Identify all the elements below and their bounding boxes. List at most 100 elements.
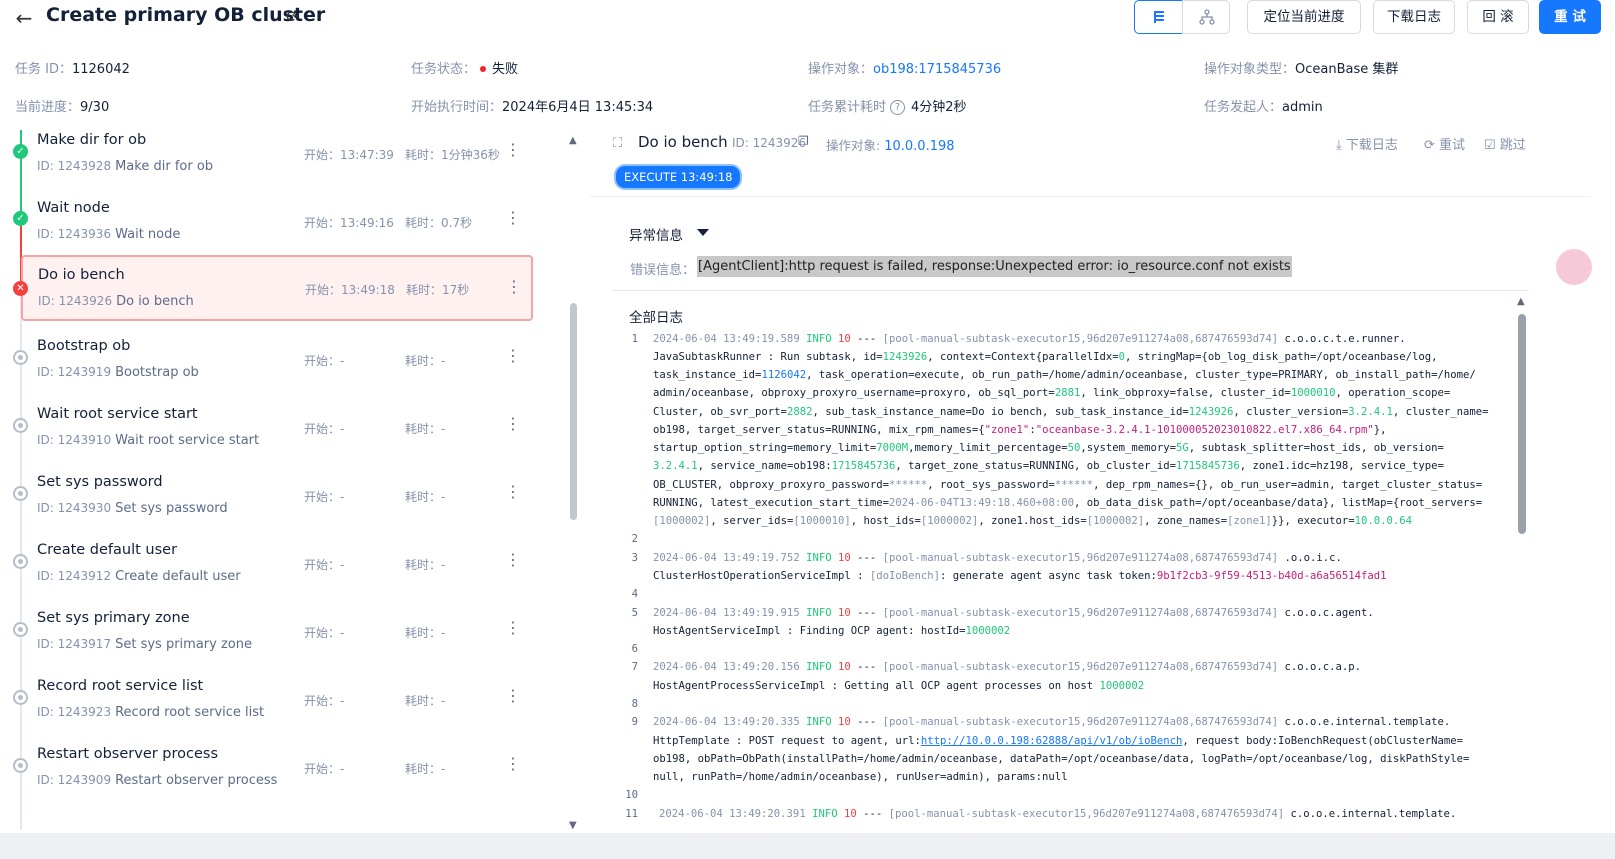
task-cost: 耗时：17秒 xyxy=(406,283,470,297)
scroll-up-icon[interactable]: ▲ xyxy=(569,135,577,146)
task-name: Create default user xyxy=(37,542,178,558)
success-check-icon: ✓ xyxy=(13,144,28,159)
caret-down-icon[interactable] xyxy=(697,229,709,236)
detail-download-log[interactable]: ⤓ 下载日志 xyxy=(1336,134,1398,153)
task-status-label: 任务状态： xyxy=(411,62,477,77)
locate-progress-button[interactable]: 定位当前进度 xyxy=(1247,0,1361,34)
error-label: 错误信息： xyxy=(630,263,696,278)
pending-icon xyxy=(13,350,28,365)
task-item[interactable]: Make dir for ob ID: 1243928 Make dir for … xyxy=(22,128,533,186)
task-id: ID: 1243926 Do io bench xyxy=(38,294,194,309)
more-icon[interactable]: ⋮ xyxy=(505,348,521,364)
task-id: ID: 1243923 Record root service list xyxy=(37,705,265,720)
expand-icon[interactable]: ⛶ xyxy=(613,136,622,151)
task-item[interactable]: Wait root service start ID: 1243910 Wait … xyxy=(22,402,533,460)
detail-target: 操作对象: 10.0.0.198 xyxy=(826,138,955,154)
status-dot-icon xyxy=(480,66,487,72)
task-item[interactable]: Wait node ID: 1243936 Wait node 开始：13:49:… xyxy=(22,196,533,254)
refresh-icon[interactable]: ⟳ xyxy=(286,7,299,26)
start-time-label: 开始执行时间： xyxy=(411,100,503,115)
target-type-field: 操作对象类型：OceanBase 集群 xyxy=(1204,58,1398,77)
more-icon[interactable]: ⋮ xyxy=(506,279,522,295)
back-arrow-icon[interactable]: ← xyxy=(12,6,36,30)
floating-assistant-icon[interactable] xyxy=(1556,249,1592,285)
target-link[interactable]: ob198:1715845736 xyxy=(873,62,1001,77)
task-item[interactable]: Create default user ID: 1243912 Create de… xyxy=(22,538,533,596)
pending-icon xyxy=(13,418,28,433)
download-icon: ⤓ xyxy=(1336,138,1342,153)
task-cost: 耗时：0.7秒 xyxy=(405,216,473,230)
task-name: Set sys password xyxy=(37,474,163,490)
task-item[interactable]: Set sys primary zone ID: 1243917 Set sys … xyxy=(22,606,533,664)
list-view-icon xyxy=(1154,11,1164,23)
scroll-down-icon[interactable]: ▼ xyxy=(569,820,577,831)
task-name: Record root service list xyxy=(37,678,204,694)
help-icon[interactable]: ? xyxy=(890,100,906,115)
more-icon[interactable]: ⋮ xyxy=(505,552,521,568)
pending-icon xyxy=(13,554,28,569)
task-item[interactable]: Record root service list ID: 1243923 Reco… xyxy=(22,674,533,732)
more-icon[interactable]: ⋮ xyxy=(505,756,521,772)
execute-badge: EXECUTE 13:49:18 xyxy=(614,164,743,190)
task-id: ID: 1243912 Create default user xyxy=(37,569,241,584)
progress-label: 当前进度： xyxy=(15,100,81,115)
detail-target-link[interactable]: 10.0.0.198 xyxy=(884,139,954,154)
more-icon[interactable]: ⋮ xyxy=(505,484,521,500)
pending-icon xyxy=(13,622,28,637)
task-id-value: 1126042 xyxy=(71,62,130,77)
task-start: 开始：13:49:16 xyxy=(304,216,394,230)
task-name: Wait node xyxy=(37,200,110,216)
exception-header[interactable]: 异常信息 xyxy=(629,224,683,244)
more-icon[interactable]: ⋮ xyxy=(505,688,521,704)
error-x-icon: ✕ xyxy=(13,281,28,296)
task-item-selected[interactable]: Do io bench ID: 1243926 Do io bench 开始：13… xyxy=(21,255,533,321)
more-icon[interactable]: ⋮ xyxy=(505,210,521,226)
error-message: [AgentClient]:http request is failed, re… xyxy=(697,256,1292,277)
divider xyxy=(612,290,1529,291)
rollback-button[interactable]: 回 滚 xyxy=(1467,0,1529,34)
initiator-field: 任务发起人：admin xyxy=(1204,96,1323,115)
task-name: Set sys primary zone xyxy=(37,610,190,626)
detail-retry[interactable]: ⟳ 重试 xyxy=(1424,134,1465,153)
progress-value: 9/30 xyxy=(80,100,110,115)
task-start: 开始：- xyxy=(304,422,345,436)
task-status-field: 任务状态： 失败 xyxy=(411,58,518,77)
task-cost: 耗时：- xyxy=(405,558,446,572)
more-icon[interactable]: ⋮ xyxy=(505,142,521,158)
task-id: ID: 1243909 Restart observer process xyxy=(37,773,278,788)
task-start: 开始：- xyxy=(304,762,345,776)
task-status-value: 失败 xyxy=(492,62,519,77)
detail-skip[interactable]: ☑ 跳过 xyxy=(1484,134,1526,153)
list-view-toggle[interactable] xyxy=(1134,0,1183,34)
pending-icon xyxy=(13,758,28,773)
success-check-icon: ✓ xyxy=(13,211,28,226)
log-header: 全部日志 xyxy=(629,310,683,326)
copy-icon[interactable]: ❐ xyxy=(798,134,809,148)
target-field: 操作对象：ob198:1715845736 xyxy=(808,58,1001,77)
log-scrollbar[interactable] xyxy=(1518,314,1526,534)
progress-field: 当前进度：9/30 xyxy=(15,96,109,115)
task-cost: 耗时：- xyxy=(405,694,446,708)
task-list-scrollbar[interactable] xyxy=(570,303,577,520)
download-log-button[interactable]: 下载日志 xyxy=(1373,0,1455,34)
target-type-value: OceanBase 集群 xyxy=(1295,62,1399,77)
divider xyxy=(590,196,1590,197)
more-icon[interactable]: ⋮ xyxy=(505,620,521,636)
log-scroll-up-icon[interactable]: ▲ xyxy=(1517,296,1525,307)
task-name: Bootstrap ob xyxy=(37,338,131,354)
task-id: ID: 1243917 Set sys primary zone xyxy=(37,637,252,652)
tree-view-toggle[interactable] xyxy=(1182,0,1230,34)
task-item[interactable]: Set sys password ID: 1243930 Set sys pass… xyxy=(22,470,533,528)
detail-title: Do io bench xyxy=(638,133,728,151)
initiator-label: 任务发起人： xyxy=(1204,100,1283,115)
task-item[interactable]: Bootstrap ob ID: 1243919 Bootstrap ob 开始：… xyxy=(22,334,533,392)
task-id-field: 任务 ID：1126042 xyxy=(15,58,130,77)
task-start: 开始：- xyxy=(304,626,345,640)
retry-button[interactable]: 重 试 xyxy=(1539,0,1601,34)
task-item[interactable]: Restart observer process ID: 1243909 Rest… xyxy=(22,742,533,800)
retry-icon: ⟳ xyxy=(1424,138,1435,153)
task-cost: 耗时：- xyxy=(405,354,446,368)
task-id: ID: 1243936 Wait node xyxy=(37,227,181,242)
more-icon[interactable]: ⋮ xyxy=(505,416,521,432)
bottom-bar xyxy=(0,833,1615,859)
